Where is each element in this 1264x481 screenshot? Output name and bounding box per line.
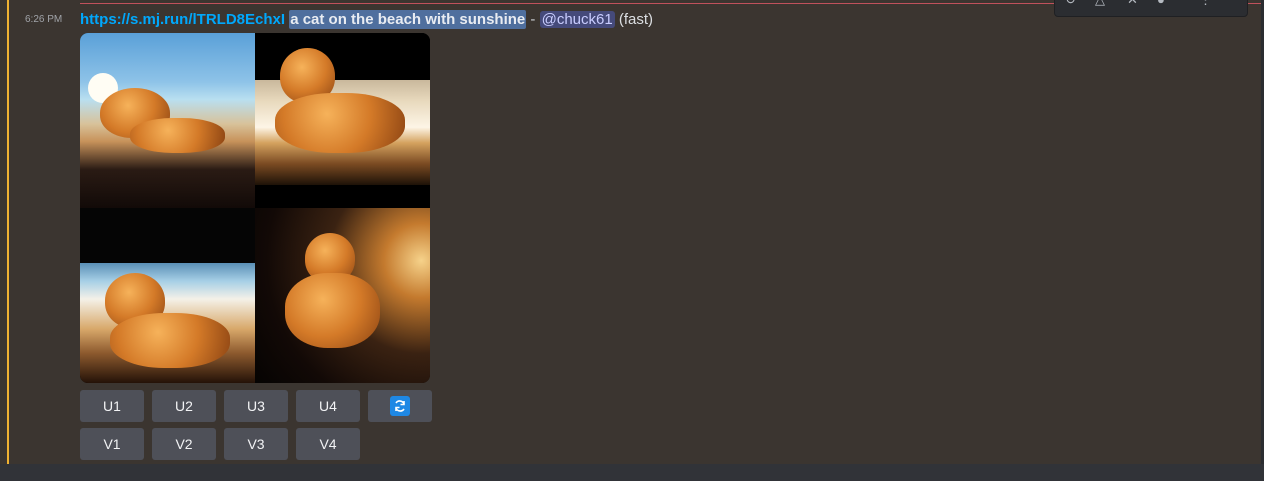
refresh-icon xyxy=(390,396,410,416)
message-list-footer xyxy=(0,464,1264,481)
image-tile-2[interactable] xyxy=(255,33,430,208)
prompt-text: a cat on the beach with sunshine xyxy=(289,10,527,29)
reaction-icon[interactable]: ↻ xyxy=(1065,0,1076,7)
variation-button-3[interactable]: V3 xyxy=(224,428,288,460)
upscale-button-2[interactable]: U2 xyxy=(152,390,216,422)
speed-label: (fast) xyxy=(618,11,654,28)
cat-body xyxy=(285,273,380,348)
variation-button-4[interactable]: V4 xyxy=(296,428,360,460)
variation-button-2[interactable]: V2 xyxy=(152,428,216,460)
image-tile-1[interactable] xyxy=(80,33,255,208)
more-icon[interactable]: ● xyxy=(1157,0,1165,7)
cat-body xyxy=(275,93,405,153)
image-tile-3[interactable] xyxy=(80,208,255,383)
cat-body xyxy=(110,313,230,368)
image-tile-4[interactable] xyxy=(255,208,430,383)
overflow-icon[interactable]: ⋮ xyxy=(1199,0,1212,7)
upscale-button-1[interactable]: U1 xyxy=(80,390,144,422)
reply-icon[interactable]: △ xyxy=(1095,0,1105,7)
cat-body xyxy=(130,118,225,153)
upscale-button-3[interactable]: U3 xyxy=(224,390,288,422)
reroll-button[interactable] xyxy=(368,390,432,422)
upscale-button-4[interactable]: U4 xyxy=(296,390,360,422)
message-timestamp: 6:26 PM xyxy=(25,14,63,25)
prompt-link[interactable]: https://s.mj.run/lTRLD8EchxI xyxy=(80,11,285,28)
mention-accent-bar xyxy=(7,0,9,464)
pin-icon[interactable]: ✕ xyxy=(1127,0,1138,7)
image-grid[interactable] xyxy=(80,33,430,383)
message-container: 6:26 PM https://s.mj.run/lTRLD8EchxI a c… xyxy=(0,0,1261,464)
variation-button-1[interactable]: V1 xyxy=(80,428,144,460)
message-hover-toolbar: ↻ △ ✕ ● ⋮ xyxy=(1054,0,1248,17)
message-header: https://s.mj.run/lTRLD8EchxI a cat on th… xyxy=(80,10,653,30)
separator: - xyxy=(530,11,536,28)
user-mention[interactable]: @chuck61 xyxy=(539,11,615,28)
